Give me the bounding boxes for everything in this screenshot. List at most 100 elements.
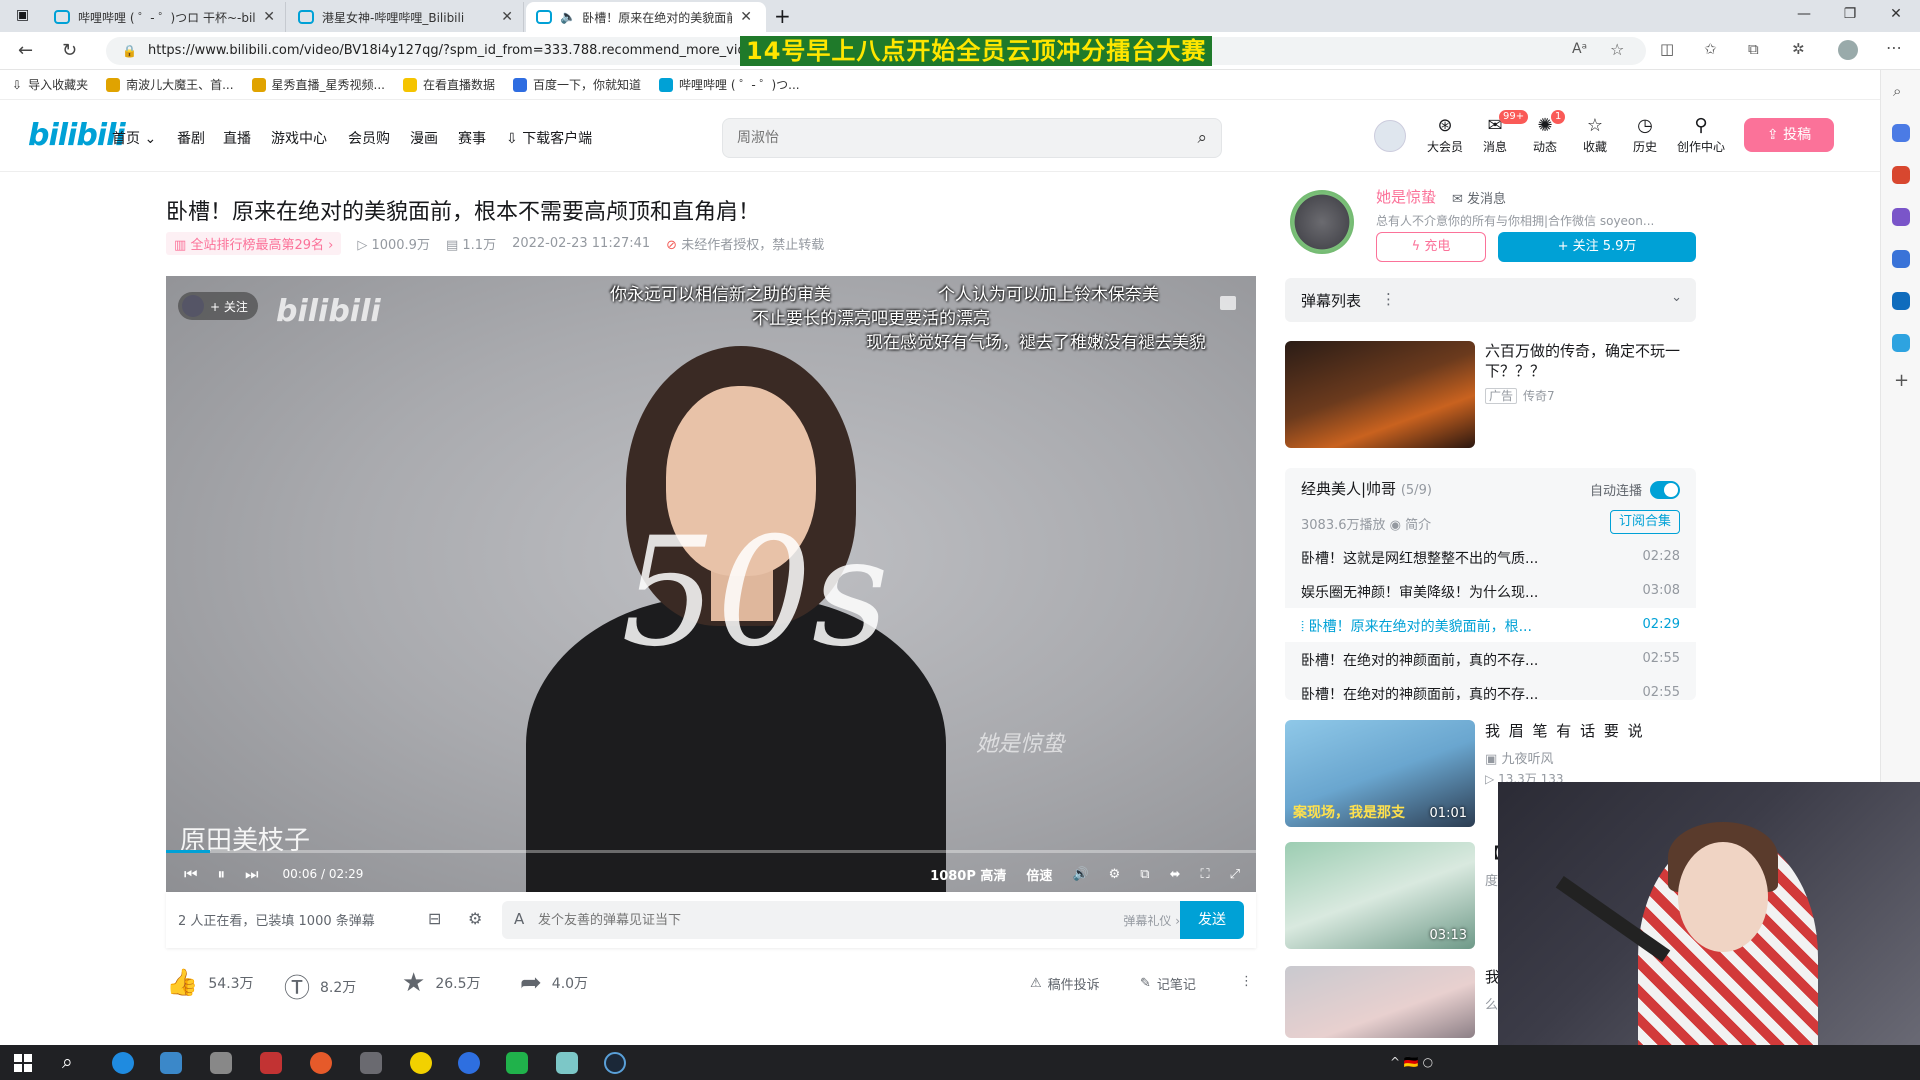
font-style-icon[interactable]: A xyxy=(514,910,524,928)
tab-bilibili-home[interactable]: 哔哩哔哩 ( ゜- ゜)つロ 干杯~-bilibili ✕ xyxy=(44,2,286,32)
search-icon[interactable]: ⌕ xyxy=(1197,128,1207,148)
previous-icon[interactable]: ⏮ xyxy=(184,865,198,883)
read-aloud-icon[interactable]: Aᵃ xyxy=(1572,41,1587,57)
danmaku-list-header[interactable]: 弹幕列表 ⋮ ⌄ xyxy=(1285,278,1696,322)
nav-anime[interactable]: 番剧 xyxy=(177,128,205,148)
subscribe-collection-button[interactable]: 订阅合集 xyxy=(1610,510,1680,534)
new-tab-icon[interactable]: + xyxy=(774,4,791,28)
collection-episode-current[interactable]: ⦙ 卧槽！原来在绝对的美貌面前，根... 02:29 xyxy=(1285,608,1696,642)
ad-card[interactable]: 六百万做的传奇，确定不玩一下？？？ 广告 传奇7 xyxy=(1285,341,1696,449)
rank-badge[interactable]: ▥ 全站排行榜最高第29名 › xyxy=(166,231,342,255)
bookmark-item[interactable]: 百度一下，你就知道 xyxy=(513,76,641,93)
bilibili-logo[interactable]: bilibili xyxy=(28,118,126,153)
header-history[interactable]: ◷ 历史 xyxy=(1623,116,1667,155)
favorites-icon[interactable]: ✩ xyxy=(1704,40,1717,58)
steam-icon[interactable] xyxy=(604,1052,626,1074)
danmaku-input[interactable] xyxy=(502,901,1062,939)
close-window-icon[interactable]: ✕ xyxy=(1876,6,1916,22)
progress-bar[interactable] xyxy=(166,850,1256,853)
nav-esports[interactable]: 赛事 xyxy=(458,128,486,148)
send-message-link[interactable]: ✉ 发消息 xyxy=(1452,188,1506,207)
like-button[interactable]: 👍 54.3万 xyxy=(166,968,254,998)
settings-icon[interactable]: ⚙ xyxy=(1109,867,1121,882)
quality-button[interactable]: 1080P 高清 xyxy=(930,865,1006,884)
collection-episode[interactable]: 娱乐圈无神颜！审美降级！为什么现... 03:08 xyxy=(1285,574,1696,608)
send-danmaku-button[interactable]: 发送 xyxy=(1180,901,1244,939)
toggle-switch[interactable] xyxy=(1650,480,1680,499)
chevron-down-icon[interactable]: ⌄ xyxy=(1671,290,1682,305)
close-icon[interactable]: ✕ xyxy=(740,9,752,25)
nav-download[interactable]: ⇩ 下载客户端 xyxy=(506,128,592,148)
app-icon[interactable] xyxy=(160,1052,182,1074)
bookmark-import[interactable]: ⇩ 导入收藏夹 xyxy=(12,76,88,93)
next-icon[interactable]: ⏭ xyxy=(245,865,259,883)
system-tray[interactable]: ^ 🇩🇪 ○ xyxy=(1390,1055,1433,1069)
uploader-name[interactable]: 她是惊蛰 xyxy=(1376,186,1436,207)
header-creator[interactable]: ⚲ 创作中心 xyxy=(1675,116,1727,155)
danmaku-report-icon[interactable] xyxy=(1220,296,1236,310)
search-input[interactable] xyxy=(723,119,1163,157)
player-follow-chip[interactable]: + 关注 xyxy=(178,292,258,320)
nav-game-center[interactable]: 游戏中心 xyxy=(271,128,327,148)
minimize-icon[interactable]: — xyxy=(1784,6,1824,22)
windows-start-icon[interactable] xyxy=(14,1054,32,1072)
widescreen-icon[interactable]: ⬌ xyxy=(1170,867,1181,882)
nav-home[interactable]: 首页 ⌄ xyxy=(112,128,156,148)
upload-button[interactable]: ⇪ 投稿 xyxy=(1744,118,1834,152)
autoplay-toggle[interactable]: 自动连播 xyxy=(1590,480,1680,499)
header-dynamic[interactable]: ✺ 动态 1 xyxy=(1523,110,1567,155)
danmaku-list-menu-icon[interactable]: ⋮ xyxy=(1381,290,1396,308)
app-icon[interactable] xyxy=(556,1052,578,1074)
profile-avatar[interactable] xyxy=(1838,40,1858,60)
tools-icon[interactable] xyxy=(1892,166,1910,184)
search-icon[interactable]: ⌕ xyxy=(62,1051,73,1073)
danmaku-etiquette-link[interactable]: 弹幕礼仪 › xyxy=(1123,912,1180,929)
collection-intro[interactable]: 简介 xyxy=(1405,518,1431,533)
speed-button[interactable]: 倍速 xyxy=(1026,865,1052,884)
shopping-icon[interactable] xyxy=(1892,124,1910,142)
search-icon[interactable]: ⌕ xyxy=(1893,82,1901,100)
nav-live[interactable]: 直播 xyxy=(223,128,251,148)
user-avatar[interactable] xyxy=(1374,120,1406,152)
extensions-icon[interactable]: ✲ xyxy=(1792,40,1805,58)
bookmark-item[interactable]: 南波儿大魔王、首... xyxy=(106,76,234,93)
more-icon[interactable]: ⋯ xyxy=(1886,38,1902,57)
header-messages[interactable]: ✉ 消息 99+ xyxy=(1473,110,1529,155)
header-favorites[interactable]: ☆ 收藏 xyxy=(1573,116,1617,155)
video-player[interactable]: 50s 她是惊蛰 bilibili + 关注 你永远可以相信新之助的审美 个人认… xyxy=(166,276,1256,892)
close-icon[interactable]: ✕ xyxy=(501,9,513,25)
collection-episode[interactable]: 卧槽！这就是网红想整整不出的气质... 02:28 xyxy=(1285,540,1696,574)
collection-episode[interactable]: 卧槽！在绝对的神颜面前，真的不存... 02:55 xyxy=(1285,676,1696,700)
pip-icon[interactable]: ⧉ xyxy=(1140,867,1149,882)
note-button[interactable]: ✎ 记笔记 xyxy=(1140,974,1196,993)
follow-button[interactable]: + 关注 5.9万 xyxy=(1498,232,1696,262)
fullscreen-icon[interactable]: ⤢ xyxy=(1230,867,1240,882)
speaker-icon[interactable]: 🔈 xyxy=(560,10,576,25)
danmaku-toggle-icon[interactable]: ⊟ xyxy=(428,909,441,928)
app-icon[interactable] xyxy=(260,1052,282,1074)
star-icon[interactable]: ☆ xyxy=(1610,40,1624,59)
charge-button[interactable]: ϟ 充电 xyxy=(1376,232,1486,262)
restore-icon[interactable]: ❐ xyxy=(1830,6,1870,22)
header-vip[interactable]: ⊛ 大会员 xyxy=(1423,116,1467,155)
report-button[interactable]: ⚠ 稿件投诉 xyxy=(1030,974,1100,993)
web-fullscreen-icon[interactable]: ⛶ xyxy=(1200,867,1209,882)
tab-actions-icon[interactable]: ▣ xyxy=(16,7,29,23)
app-icon[interactable] xyxy=(458,1052,480,1074)
bookmark-item[interactable]: 星秀直播_星秀视频... xyxy=(251,76,385,93)
add-icon[interactable]: + xyxy=(1894,370,1909,391)
collection-title[interactable]: 经典美人|帅哥 (5/9) xyxy=(1301,478,1432,499)
more-icon[interactable]: ⋮ xyxy=(1240,974,1253,989)
app-icon[interactable] xyxy=(310,1052,332,1074)
uploader-avatar[interactable] xyxy=(1290,190,1354,254)
coin-button[interactable]: Ⓣ 8.2万 xyxy=(284,968,356,1005)
favorite-button[interactable]: ★ 26.5万 xyxy=(402,968,480,998)
nav-shop[interactable]: 会员购 xyxy=(348,128,390,148)
collection-episode[interactable]: 卧槽！在绝对的神颜面前，真的不存... 02:55 xyxy=(1285,642,1696,676)
refresh-icon[interactable]: ↻ xyxy=(62,40,77,61)
danmaku-settings-icon[interactable]: ⚙ xyxy=(468,909,482,928)
share-button[interactable]: ➦ 4.0万 xyxy=(520,968,588,998)
outlook-icon[interactable] xyxy=(1892,292,1910,310)
back-icon[interactable]: ← xyxy=(18,40,33,61)
games-icon[interactable] xyxy=(1892,208,1910,226)
